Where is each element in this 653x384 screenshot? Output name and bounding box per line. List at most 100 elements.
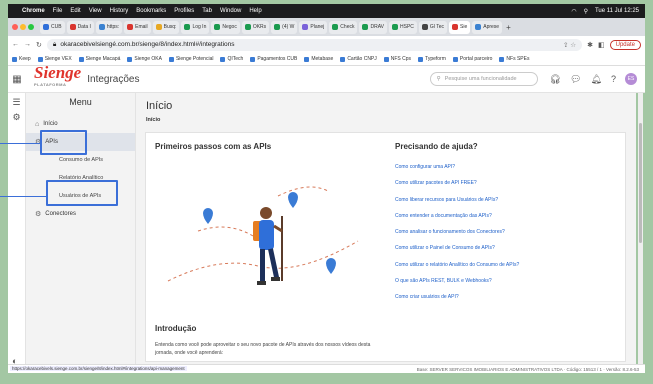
- menu-file[interactable]: File: [53, 8, 63, 14]
- breadcrumb[interactable]: Início: [146, 117, 160, 123]
- back-icon[interactable]: ←: [12, 41, 19, 48]
- menu-help[interactable]: Help: [249, 8, 261, 14]
- search-icon: ⚲: [436, 76, 441, 82]
- bookmark-item[interactable]: Portal parceiro: [452, 56, 492, 62]
- apps-grid-icon[interactable]: ▦: [8, 74, 26, 85]
- extensions-icon[interactable]: ✱: [587, 41, 593, 49]
- clock[interactable]: Tue 11 Jul 12:25: [595, 8, 639, 14]
- minimize-window-icon[interactable]: [20, 24, 26, 30]
- scrollbar-thumb[interactable]: [639, 123, 642, 243]
- chat-icon[interactable]: 💬︎: [570, 74, 581, 85]
- menu-bookmarks[interactable]: Bookmarks: [136, 8, 166, 14]
- favicon-icon: [98, 24, 105, 30]
- help-link-liberar-recursos[interactable]: Como liberar recursos para Usuários de A…: [395, 192, 615, 208]
- bookmark-label: Sienge VEX: [44, 56, 72, 62]
- reload-icon[interactable]: ↻: [36, 41, 42, 49]
- forward-icon[interactable]: →: [24, 41, 31, 48]
- bookmark-item[interactable]: Sienge OKA: [127, 56, 162, 62]
- browser-tab[interactable]: https:: [95, 20, 123, 34]
- menu-title: Menu: [69, 97, 92, 107]
- menu-window[interactable]: Window: [220, 8, 241, 14]
- bookmark-icon: [12, 56, 17, 62]
- bookmark-item[interactable]: Cartão CNPJ: [340, 56, 377, 62]
- bell-icon[interactable]: 🔔︎: [591, 74, 602, 85]
- bookmark-label: Keep: [19, 56, 31, 62]
- bookmark-item[interactable]: Typeform: [418, 56, 446, 62]
- help-link-painel-consumo[interactable]: Como utilizar o Painel de Consumo de API…: [395, 240, 615, 256]
- help-link-documentacao[interactable]: Como entender a documentação das APIs?: [395, 208, 615, 224]
- bookmark-item[interactable]: Pagamentos CUB: [250, 56, 297, 62]
- macos-menu-bar: Chrome File Edit View History Bookmarks …: [8, 4, 645, 18]
- bookmark-item[interactable]: Sienge Potencial: [168, 56, 213, 62]
- help-link-configurar-api[interactable]: Como configurar uma API?: [395, 159, 615, 175]
- nav-rail: ☰ ⚙: [8, 93, 26, 373]
- help-link-criar-usuarios[interactable]: Como criar usuários de API?: [395, 289, 615, 305]
- tab-label: (4) W: [282, 24, 295, 30]
- browser-tab[interactable]: Aprese: [472, 20, 503, 34]
- help-link-rest-bulk-webhooks[interactable]: O que são APIs REST, BULK e Webhooks?: [395, 273, 615, 289]
- sienge-logo[interactable]: Sienge PLATAFORMA: [34, 64, 81, 91]
- close-window-icon[interactable]: [12, 24, 18, 30]
- bookmark-item[interactable]: Sienge Macapá: [78, 56, 120, 62]
- bookmark-icon: [127, 56, 133, 62]
- bookmark-item[interactable]: NFs SPEs: [499, 56, 529, 62]
- scrollbar[interactable]: [638, 93, 643, 373]
- sidebar-icon[interactable]: ◧: [598, 41, 605, 49]
- bookmark-icon: [304, 56, 310, 62]
- new-tab-icon[interactable]: +: [506, 23, 511, 32]
- url-field[interactable]: 🔒︎ okaracebivelsiengé.com.br/sienge/8/in…: [46, 38, 583, 51]
- share-icon[interactable]: ⇪ ☆: [563, 41, 576, 49]
- bookmark-icon: [418, 56, 424, 62]
- browser-tab[interactable]: Negoc: [211, 20, 240, 34]
- browser-tab[interactable]: Log In: [181, 20, 210, 34]
- menu-toggle-icon[interactable]: ☰: [8, 97, 25, 108]
- update-button[interactable]: Update: [609, 39, 641, 50]
- bookmark-item[interactable]: QITech: [220, 56, 243, 62]
- favicon-icon: [362, 24, 369, 30]
- browser-tab[interactable]: Gl Tec: [418, 20, 448, 34]
- headset-icon[interactable]: 🎧︎: [550, 74, 561, 85]
- browser-tab[interactable]: DRAV: [359, 20, 388, 34]
- menu-item-conectores[interactable]: ⚙ Conectores: [26, 205, 135, 223]
- menu-edit[interactable]: Edit: [70, 8, 80, 14]
- bookmark-item[interactable]: Sienge VEX: [37, 56, 72, 62]
- bookmark-item[interactable]: Keep: [12, 56, 31, 62]
- tab-label: Gl Tec: [429, 24, 445, 30]
- favicon-icon: [214, 24, 221, 30]
- search-icon[interactable]: ⚲: [584, 8, 588, 15]
- browser-tab[interactable]: (4) W: [271, 20, 298, 34]
- wifi-icon[interactable]: ◠: [571, 8, 576, 15]
- app-name[interactable]: Chrome: [22, 8, 45, 14]
- browser-tab[interactable]: Sie: [449, 20, 471, 34]
- menu-tab[interactable]: Tab: [202, 8, 212, 14]
- browser-tab[interactable]: HSPC: [389, 20, 417, 34]
- main-content: Início Início Primeiros passos com as AP…: [136, 93, 636, 373]
- search-input[interactable]: ⚲ Pesquise uma funcionalidade: [429, 72, 538, 86]
- bookmark-label: Pagamentos CUB: [257, 56, 298, 62]
- menu-view[interactable]: View: [89, 8, 102, 14]
- browser-tab[interactable]: Busq:: [152, 20, 180, 34]
- settings-icon[interactable]: ⚙: [8, 112, 25, 123]
- browser-tab[interactable]: Check: [329, 20, 358, 34]
- annotation-highlight-apis: [40, 130, 87, 155]
- browser-tab[interactable]: CUB: [40, 20, 65, 34]
- annotation-connector: [0, 196, 46, 197]
- browser-tab[interactable]: OKRs: [241, 20, 270, 34]
- help-icon[interactable]: ?: [611, 74, 616, 84]
- browser-tab[interactable]: Email: [124, 20, 151, 34]
- avatar[interactable]: ES: [625, 73, 637, 85]
- browser-tab[interactable]: Data I: [66, 20, 94, 34]
- first-steps-title: Primeiros passos com as APIs: [155, 142, 272, 151]
- menu-history[interactable]: History: [110, 8, 129, 14]
- menu-profiles[interactable]: Profiles: [174, 8, 194, 14]
- help-link-relatorio-analitico[interactable]: Como utilizar o relatório Analítico do C…: [395, 257, 615, 273]
- help-link-conectores[interactable]: Como analisar o funcionamento dos Conect…: [395, 224, 615, 240]
- bookmark-item[interactable]: Metabase: [304, 56, 333, 62]
- browser-tab[interactable]: Planej: [299, 20, 328, 34]
- bookmark-item[interactable]: NFS Cps: [383, 56, 411, 62]
- favicon-icon: [127, 24, 134, 30]
- help-link-pacotes-free[interactable]: Como utilizar pacotes de API FREE?: [395, 175, 615, 191]
- bookmarks-bar: Keep Sienge VEX Sienge Macapá Sienge OKA Sie…: [8, 53, 645, 66]
- zoom-window-icon[interactable]: [28, 24, 34, 30]
- url-text: okaracebivelsiengé.com.br/sienge/8/index…: [60, 41, 235, 48]
